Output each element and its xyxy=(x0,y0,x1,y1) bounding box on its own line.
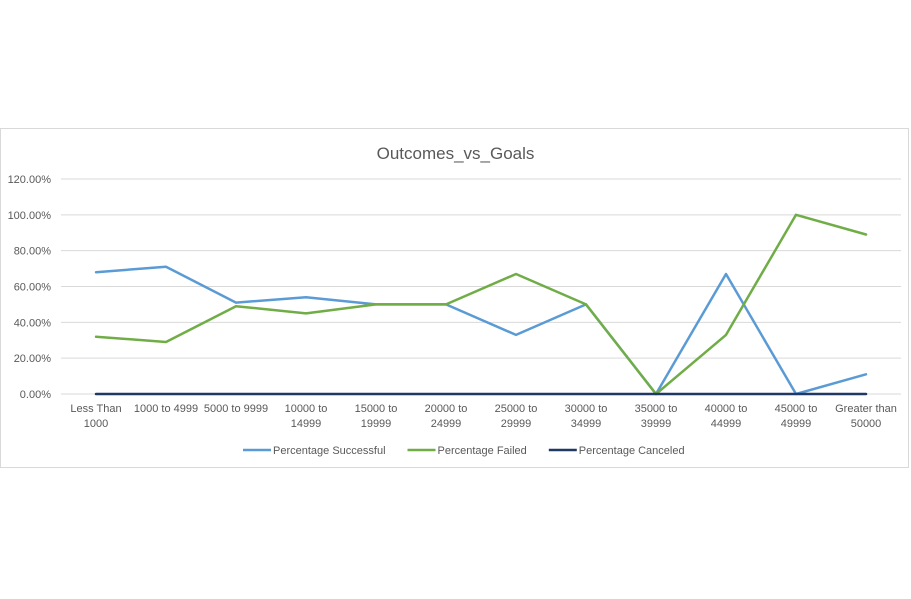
x-tick-label: 40000 to 44999 xyxy=(705,403,748,430)
series-lines xyxy=(94,213,868,396)
x-tick-label: 10000 to 14999 xyxy=(285,403,328,430)
x-tick-label: Greater than 50000 xyxy=(835,403,897,430)
y-axis-ticks: 0.00% 20.00% 40.00% 60.00% 80.00% 100.00% 120.… xyxy=(8,174,52,401)
series-line-percentage-failed xyxy=(94,213,868,396)
x-tick-label: 30000 to 34999 xyxy=(565,403,608,430)
y-tick-label: 60.00% xyxy=(14,282,52,294)
legend-item: Percentage Successful xyxy=(243,445,386,457)
y-tick-label: 40.00% xyxy=(14,317,52,329)
line-chart: Outcomes_vs_Goals 0.00% 20.00% 40.00% 60.00… xyxy=(8,144,901,457)
chart-title: Outcomes_vs_Goals xyxy=(377,144,535,163)
gridlines xyxy=(61,178,901,395)
x-tick-label: 45000 to 49999 xyxy=(775,403,818,430)
series-line-percentage-successful xyxy=(94,265,868,396)
legend-label: Percentage Canceled xyxy=(579,445,685,457)
x-tick-label: 5000 to 9999 xyxy=(204,403,268,415)
x-tick-label: 25000 to 29999 xyxy=(495,403,538,430)
x-tick-label: 15000 to 19999 xyxy=(355,403,398,430)
x-tick-label: Less Than 1000 xyxy=(70,403,121,430)
chart-frame: Outcomes_vs_Goals 0.00% 20.00% 40.00% 60.00… xyxy=(0,128,909,468)
x-tick-label: 1000 to 4999 xyxy=(134,403,198,415)
y-tick-label: 0.00% xyxy=(20,389,51,401)
legend-item: Percentage Failed xyxy=(407,445,527,457)
x-tick-label: 20000 to 24999 xyxy=(425,403,468,430)
y-tick-label: 20.00% xyxy=(14,353,52,365)
y-tick-label: 80.00% xyxy=(14,246,52,258)
x-axis-ticks: Less Than 1000 1000 to 4999 5000 to 9999 100… xyxy=(70,403,896,430)
legend-label: Percentage Failed xyxy=(438,445,527,457)
legend: Percentage Successful Percentage Failed Pe… xyxy=(243,445,685,457)
x-tick-label: 35000 to 39999 xyxy=(635,403,678,430)
y-tick-label: 120.00% xyxy=(8,174,52,186)
y-tick-label: 100.00% xyxy=(8,210,52,222)
legend-item: Percentage Canceled xyxy=(548,445,685,457)
legend-label: Percentage Successful xyxy=(273,445,386,457)
